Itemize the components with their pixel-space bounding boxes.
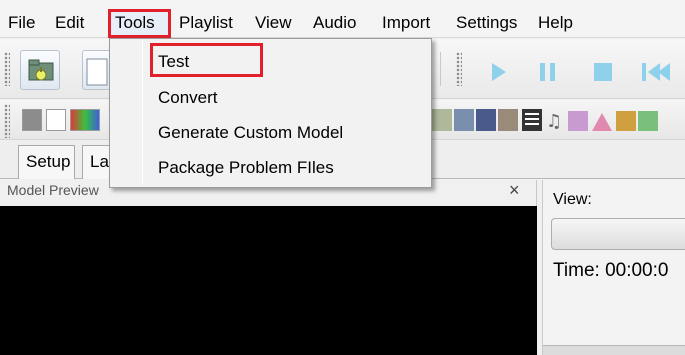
new-file-button[interactable] (82, 50, 112, 90)
menu-bar: File Edit Tools Playlist View Audio Impo… (0, 0, 685, 38)
rewind-icon[interactable] (640, 61, 670, 83)
menu-item-package-problem-files[interactable]: Package Problem FIles (158, 158, 334, 178)
time-readout: Time: 00:00:0 (553, 260, 669, 281)
menu-file[interactable]: File (8, 11, 35, 35)
menu-item-test[interactable]: Test (158, 52, 189, 72)
menu-import[interactable]: Import (382, 11, 430, 35)
menu-item-generate-custom-model[interactable]: Generate Custom Model (158, 123, 343, 143)
model-preview-canvas[interactable] (0, 206, 537, 355)
svg-text:♫: ♫ (546, 111, 562, 132)
effects-palette-icon[interactable]: ♫ (432, 107, 682, 133)
view-label: View: (553, 191, 592, 208)
menu-gutter (142, 41, 143, 185)
rgb-swatch-icon[interactable] (70, 109, 100, 131)
white-swatch-icon[interactable] (46, 109, 66, 131)
model-preview-title: Model Preview (7, 182, 99, 198)
play-icon[interactable] (489, 61, 509, 83)
menu-view[interactable]: View (255, 11, 292, 35)
gray-swatch-icon[interactable] (22, 109, 42, 131)
open-folder-button[interactable] (20, 50, 60, 90)
stop-icon[interactable] (592, 61, 614, 83)
toolbar-grip[interactable] (4, 52, 10, 86)
toolbar-separator (440, 52, 442, 86)
view-panel: View: Time: 00:00:0 (542, 180, 685, 355)
menu-tools[interactable]: Tools (115, 11, 155, 35)
close-icon[interactable]: × (509, 180, 520, 201)
menu-help[interactable]: Help (538, 11, 573, 35)
view-select[interactable] (551, 218, 685, 250)
menu-item-convert[interactable]: Convert (158, 88, 218, 108)
menu-edit[interactable]: Edit (55, 11, 84, 35)
menu-settings[interactable]: Settings (456, 11, 517, 35)
menu-audio[interactable]: Audio (313, 11, 356, 35)
menu-playlist[interactable]: Playlist (179, 11, 233, 35)
toolbar-grip[interactable] (4, 104, 10, 138)
tab-setup[interactable]: Setup (18, 145, 75, 179)
panel-scrollbar[interactable] (543, 345, 685, 355)
toolbar-grip[interactable] (456, 52, 462, 86)
open-folder-icon (28, 59, 54, 81)
tools-dropdown-menu: Test Convert Generate Custom Model Packa… (109, 38, 432, 188)
pause-icon[interactable] (537, 61, 559, 83)
